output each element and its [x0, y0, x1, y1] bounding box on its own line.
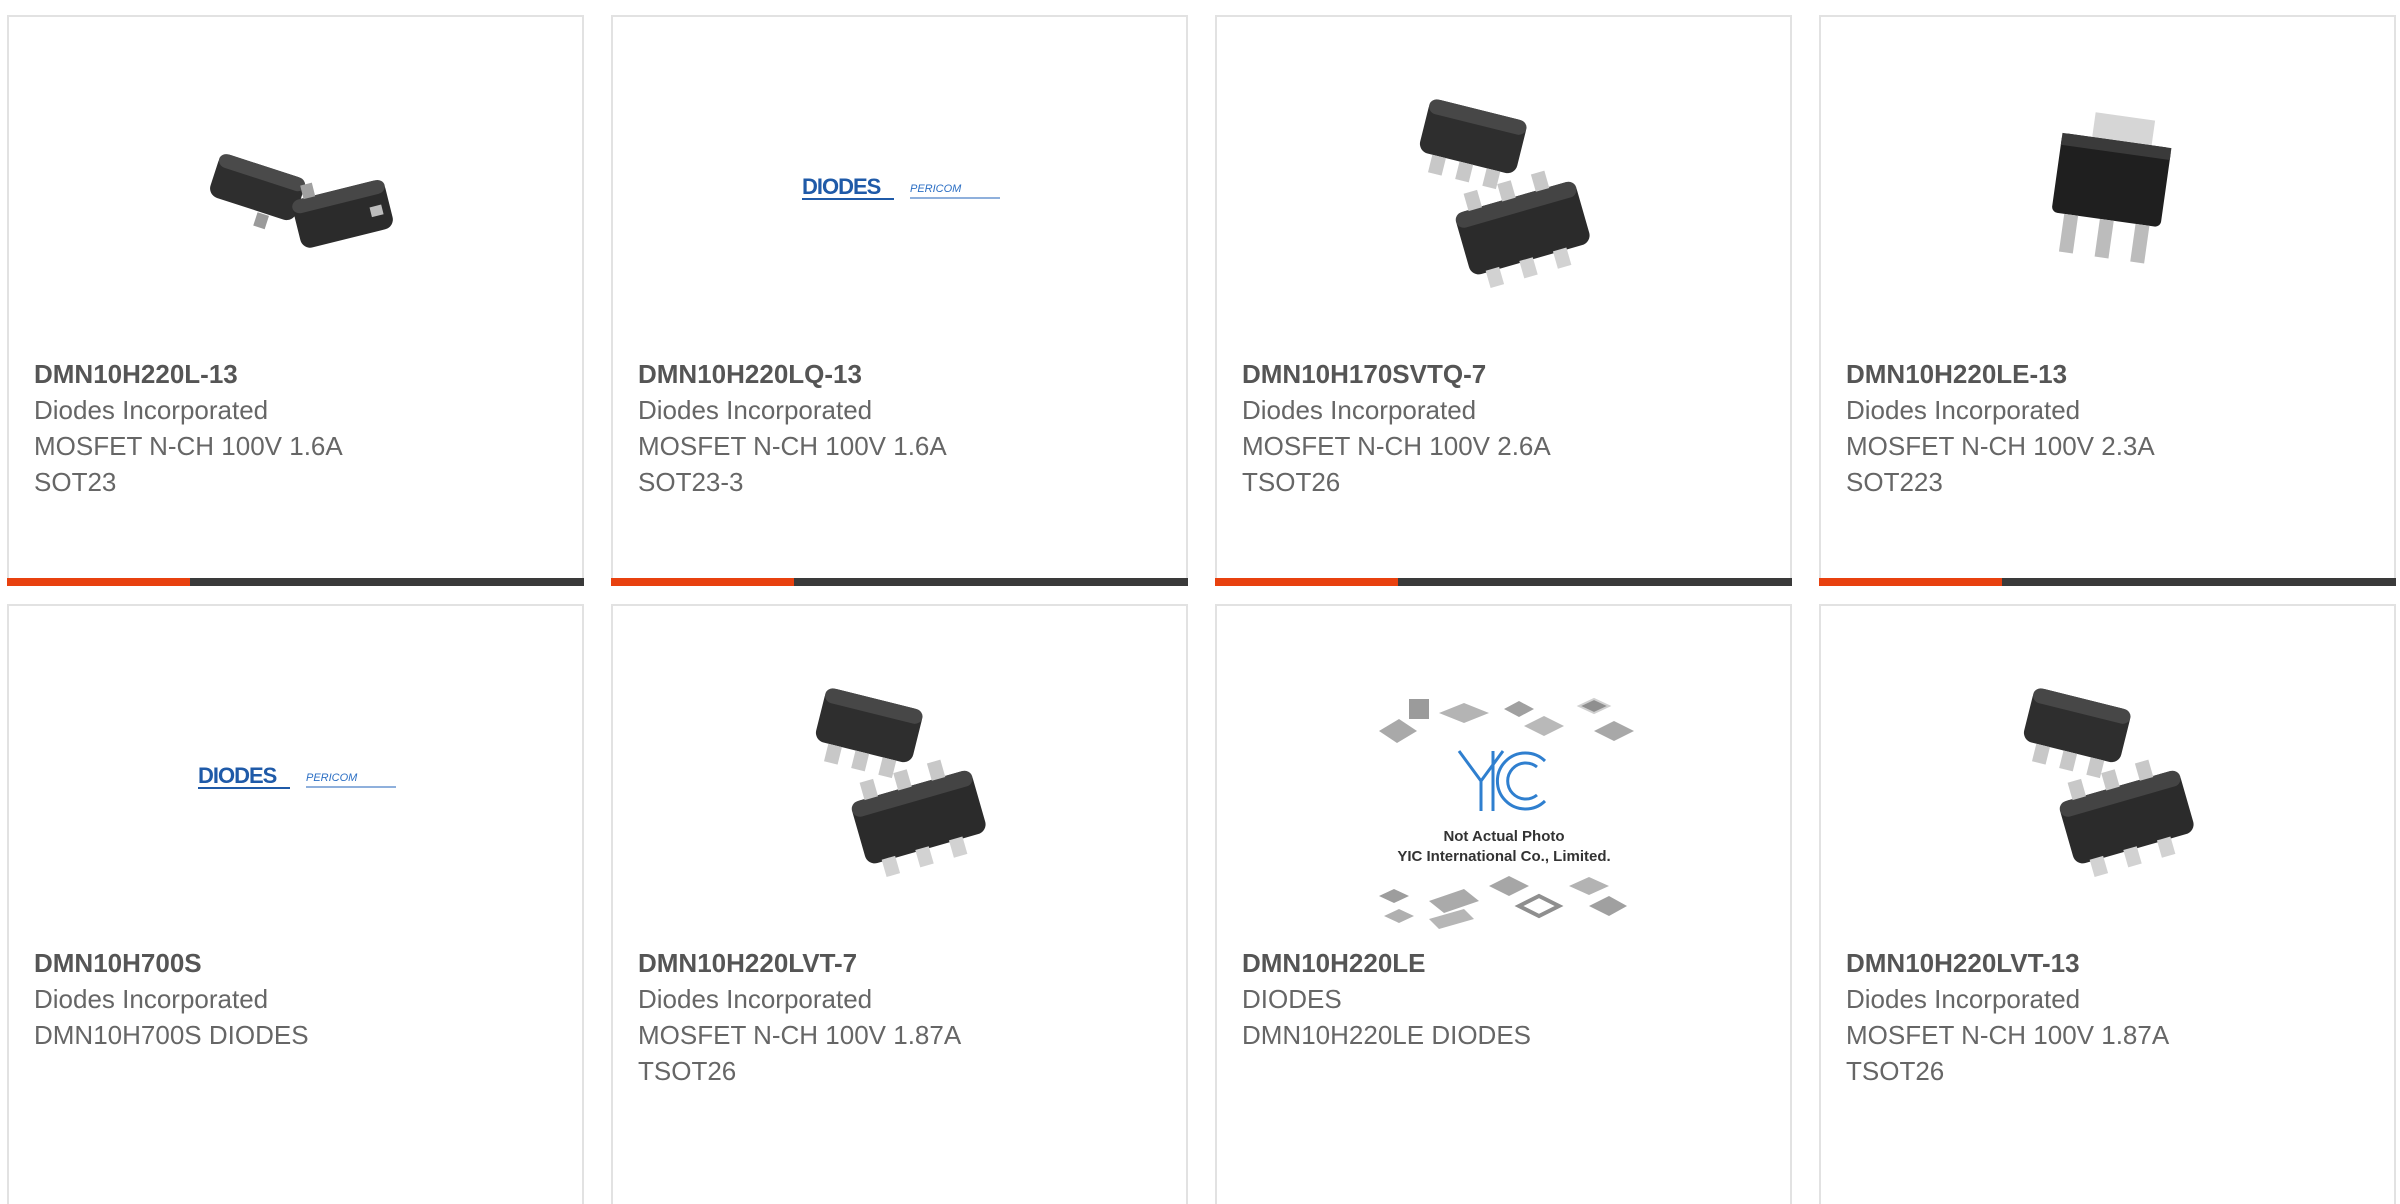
product-card[interactable]: DMN10H220LE-13 Diodes Incorporated MOSFE… [1819, 15, 2396, 586]
description: MOSFET N-CH 100V 1.6A [34, 431, 343, 461]
description: DMN10H700S DIODES [34, 1020, 309, 1050]
product-card[interactable]: DMN10H220L-13 Diodes Incorporated MOSFET… [7, 15, 584, 586]
manufacturer: Diodes Incorporated [1242, 395, 1477, 425]
product-info: DMN10H700S Diodes Incorporated DMN10H700… [34, 945, 562, 1053]
sot23-package-icon [195, 87, 400, 292]
product-card[interactable]: DIODES PERICOM DMN10H220LQ-13 Diodes Inc… [611, 15, 1188, 586]
part-number[interactable]: DMN10H220LQ-13 [638, 356, 1166, 392]
part-number[interactable]: DMN10H220LVT-7 [638, 945, 1166, 981]
product-info: DMN10H220LE DIODES DMN10H220LE DIODES [1242, 945, 1770, 1053]
manufacturer: Diodes Incorporated [34, 395, 269, 425]
manufacturer: DIODES [1242, 984, 1342, 1014]
card-bottom-bar [7, 578, 584, 586]
product-card[interactable]: DMN10H220LVT-7 Diodes Incorporated MOSFE… [611, 604, 1188, 1204]
card-bottom-bar [1215, 578, 1792, 586]
product-info: DMN10H220L-13 Diodes Incorporated MOSFET… [34, 356, 562, 500]
package: TSOT26 [1846, 1056, 1945, 1086]
package: SOT223 [1846, 467, 1943, 497]
card-accent-bar [611, 578, 794, 586]
card-accent-bar [1819, 578, 2002, 586]
product-info: DMN10H170SVTQ-7 Diodes Incorporated MOSF… [1242, 356, 1770, 500]
product-grid: DMN10H220L-13 Diodes Incorporated MOSFET… [0, 0, 2400, 1204]
package: TSOT26 [638, 1056, 737, 1086]
placeholder-line2: YIC International Co., Limited. [1397, 848, 1610, 865]
tsot26-package-icon [1403, 87, 1608, 292]
description: MOSFET N-CH 100V 2.6A [1242, 431, 1551, 461]
description: MOSFET N-CH 100V 1.6A [638, 431, 947, 461]
logo-subtext: PERICOM [306, 772, 358, 784]
tsot26-package-icon [799, 676, 1004, 881]
card-bottom-bar [1819, 578, 2396, 586]
manufacturer: Diodes Incorporated [1846, 395, 2081, 425]
manufacturer: Diodes Incorporated [34, 984, 269, 1014]
description: DMN10H220LE DIODES [1242, 1020, 1531, 1050]
product-info: DMN10H220LE-13 Diodes Incorporated MOSFE… [1846, 356, 2374, 500]
description: MOSFET N-CH 100V 1.87A [638, 1020, 962, 1050]
part-number[interactable]: DMN10H170SVTQ-7 [1242, 356, 1770, 392]
placeholder-logo-text: YIC [1459, 740, 1461, 742]
diodes-pericom-logo: DIODES PERICOM [195, 676, 400, 881]
card-accent-bar [7, 578, 190, 586]
tsot26-package-icon [2007, 676, 2212, 881]
diodes-pericom-logo: DIODES PERICOM [799, 87, 1004, 292]
description: MOSFET N-CH 100V 1.87A [1846, 1020, 2170, 1050]
product-card[interactable]: DMN10H170SVTQ-7 Diodes Incorporated MOSF… [1215, 15, 1792, 586]
part-number[interactable]: DMN10H220LE [1242, 945, 1770, 981]
placeholder-line1: Not Actual Photo [1443, 828, 1564, 845]
package: SOT23-3 [638, 467, 744, 497]
part-number[interactable]: DMN10H220L-13 [34, 356, 562, 392]
part-number[interactable]: DMN10H220LE-13 [1846, 356, 2374, 392]
manufacturer: Diodes Incorporated [638, 395, 873, 425]
yic-placeholder-image: YIC Not Actual Photo YIC International C… [1364, 686, 1644, 946]
logo-subtext: PERICOM [910, 183, 962, 195]
product-card[interactable]: YIC Not Actual Photo YIC International C… [1215, 604, 1792, 1204]
package: SOT23 [34, 467, 117, 497]
product-card[interactable]: DIODES PERICOM DMN10H700S Diodes Incorpo… [7, 604, 584, 1204]
product-card[interactable]: DMN10H220LVT-13 Diodes Incorporated MOSF… [1819, 604, 2396, 1204]
part-number[interactable]: DMN10H700S [34, 945, 562, 981]
logo-text: DIODES [198, 763, 277, 788]
manufacturer: Diodes Incorporated [1846, 984, 2081, 1014]
part-number[interactable]: DMN10H220LVT-13 [1846, 945, 2374, 981]
description: MOSFET N-CH 100V 2.3A [1846, 431, 2155, 461]
product-info: DMN10H220LVT-13 Diodes Incorporated MOSF… [1846, 945, 2374, 1089]
sot223-package-icon [2007, 87, 2212, 292]
card-accent-bar [1215, 578, 1398, 586]
product-info: DMN10H220LVT-7 Diodes Incorporated MOSFE… [638, 945, 1166, 1089]
package: TSOT26 [1242, 467, 1341, 497]
product-info: DMN10H220LQ-13 Diodes Incorporated MOSFE… [638, 356, 1166, 500]
manufacturer: Diodes Incorporated [638, 984, 873, 1014]
card-bottom-bar [611, 578, 1188, 586]
logo-text: DIODES [802, 174, 881, 199]
